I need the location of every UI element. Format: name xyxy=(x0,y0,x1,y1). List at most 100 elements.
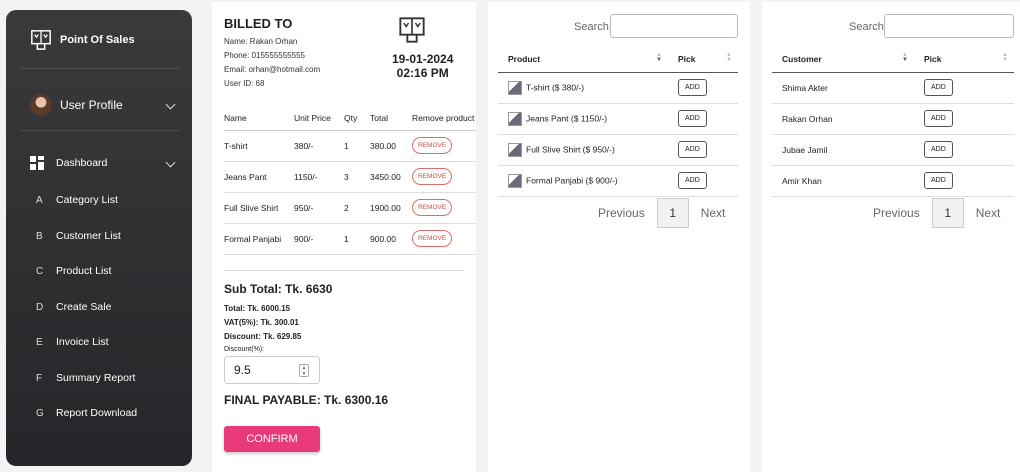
add-product-button[interactable]: ADD xyxy=(678,110,707,127)
product-label: T-shirt ($ 380/-) xyxy=(526,81,585,92)
sidebar-item-label: Invoice List xyxy=(56,336,109,348)
sidebar-item-customer-list[interactable]: B Customer List xyxy=(30,226,180,246)
sort-icon: ▲ ▼ xyxy=(1002,52,1008,63)
sidebar-item-label: Summary Report xyxy=(56,372,136,384)
customer-name-cell: Rakan Orhan xyxy=(772,103,914,135)
table-header-row: Customer ▲ ▼ Pick ▲ ▼ xyxy=(772,46,1014,73)
divider xyxy=(224,270,464,271)
add-customer-button[interactable]: ADD xyxy=(924,172,953,189)
sidebar-item-label: Report Download xyxy=(56,407,138,419)
user-profile-toggle[interactable]: User Profile xyxy=(30,90,180,120)
sidebar-item-summary-report[interactable]: F Summary Report xyxy=(30,368,180,388)
product-search-input[interactable] xyxy=(610,14,738,38)
invoice-time: 02:16 PM xyxy=(396,66,449,81)
remove-button[interactable]: REMOVE xyxy=(412,137,453,154)
remove-button[interactable]: REMOVE xyxy=(412,168,453,185)
sidebar-item-product-list[interactable]: C Product List xyxy=(30,261,180,281)
table-row: Formal Panjabi 900/- 1 900.00 REMOVE xyxy=(224,223,476,255)
sidebar: Point Of Sales User Profile Dashboard A … xyxy=(6,10,192,466)
item-total: 1900.00 xyxy=(370,192,412,224)
sidebar-item-invoice-list[interactable]: E Invoice List xyxy=(30,332,180,352)
remove-cell: REMOVE xyxy=(412,161,476,193)
item-name: T-shirt xyxy=(224,130,294,162)
nav-letter: D xyxy=(36,301,44,313)
product-label: Jeans Pant ($ 1150/-) xyxy=(526,112,608,123)
customer-name: Name: Rakan Orhan xyxy=(224,37,298,46)
next-page-button[interactable]: Next xyxy=(701,206,726,220)
next-page-button[interactable]: Next xyxy=(976,206,1001,220)
customer-search-input[interactable] xyxy=(884,14,1014,38)
nav-letter: F xyxy=(36,372,43,384)
chevron-down-icon xyxy=(165,157,176,168)
remove-button[interactable]: REMOVE xyxy=(412,230,453,247)
remove-cell: REMOVE xyxy=(412,130,476,162)
page-number-button[interactable]: 1 xyxy=(656,198,689,228)
add-customer-button[interactable]: ADD xyxy=(924,79,953,96)
nav-letter: G xyxy=(36,407,44,419)
product-label: Formal Panjabi ($ 900/-) xyxy=(526,174,618,185)
item-qty: 3 xyxy=(344,161,370,193)
item-total: 3450.00 xyxy=(370,161,412,193)
pick-cell: ADD xyxy=(668,165,738,197)
pagination: Previous 1 Next xyxy=(873,198,1000,228)
pick-cell: ADD xyxy=(668,134,738,166)
billed-to-title: BILLED TO xyxy=(224,16,293,31)
product-cell: Jeans Pant ($ 1150/-) xyxy=(498,103,668,135)
spinner-icon[interactable]: ▲ ▼ xyxy=(299,364,309,377)
product-cell: Formal Panjabi ($ 900/-) xyxy=(498,165,668,197)
item-qty: 1 xyxy=(344,223,370,255)
column-header-pick[interactable]: Pick ▲ ▼ xyxy=(914,46,1014,73)
sidebar-divider xyxy=(20,130,180,131)
product-thumbnail xyxy=(508,80,522,95)
brand[interactable]: Point Of Sales xyxy=(30,28,135,52)
product-thumbnail xyxy=(508,173,522,188)
column-header-customer[interactable]: Customer ▲ ▼ xyxy=(772,46,914,73)
discount-input[interactable]: 9.5 ▲ ▼ xyxy=(224,356,320,384)
table-row: Full Slive Shirt ($ 950/-) ADD xyxy=(498,134,738,166)
previous-page-button[interactable]: Previous xyxy=(598,206,645,220)
item-unit-price: 900/- xyxy=(294,223,344,255)
add-product-button[interactable]: ADD xyxy=(678,79,707,96)
dashboard-grid-icon xyxy=(30,156,44,170)
add-product-button[interactable]: ADD xyxy=(678,172,707,189)
product-thumbnail xyxy=(508,142,522,157)
sort-icon: ▲ ▼ xyxy=(726,52,732,63)
billing-panel: BILLED TO Name: Rakan Orhan Phone: 01555… xyxy=(212,2,476,472)
nav-letter: C xyxy=(36,265,44,277)
column-header: Unit Price xyxy=(294,106,344,131)
user-profile-label: User Profile xyxy=(60,98,123,112)
item-qty: 2 xyxy=(344,192,370,224)
search-label: Search: xyxy=(849,21,887,33)
item-name: Formal Panjabi xyxy=(224,223,294,255)
remove-cell: REMOVE xyxy=(412,223,476,255)
item-name: Jeans Pant xyxy=(224,161,294,193)
add-product-button[interactable]: ADD xyxy=(678,141,707,158)
remove-button[interactable]: REMOVE xyxy=(412,199,453,216)
sidebar-item-dashboard[interactable]: Dashboard xyxy=(30,153,180,173)
page-number-button[interactable]: 1 xyxy=(931,198,964,228)
column-header: Qty xyxy=(344,106,370,131)
sidebar-item-report-download[interactable]: G Report Download xyxy=(30,403,180,423)
pick-cell: ADD xyxy=(914,134,1014,166)
sidebar-item-category-list[interactable]: A Category List xyxy=(30,190,180,210)
discount-line: Discount: Tk. 629.85 xyxy=(224,332,302,341)
sidebar-item-label: Customer List xyxy=(56,230,121,242)
table-row: Full Slive Shirt 950/- 2 1900.00 REMOVE xyxy=(224,192,476,224)
column-header: Name xyxy=(224,106,294,131)
add-customer-button[interactable]: ADD xyxy=(924,110,953,127)
table-header-row: Product ▲ ▼ Pick ▲ ▼ xyxy=(498,46,738,73)
customer-name-cell: Jubae Jamil xyxy=(772,134,914,166)
customer-picker-panel: Search: Customer ▲ ▼ Pick ▲ ▼ Shima Akter … xyxy=(762,2,1020,472)
column-header-pick[interactable]: Pick ▲ ▼ xyxy=(668,46,738,73)
add-customer-button[interactable]: ADD xyxy=(924,141,953,158)
column-header-product[interactable]: Product ▲ ▼ xyxy=(498,46,668,73)
product-cell: Full Slive Shirt ($ 950/-) xyxy=(498,134,668,166)
sidebar-item-label: Product List xyxy=(56,265,112,277)
confirm-button[interactable]: CONFIRM xyxy=(224,426,320,452)
product-picker-panel: Search: Product ▲ ▼ Pick ▲ ▼ T-shirt ($ 38… xyxy=(488,2,750,472)
previous-page-button[interactable]: Previous xyxy=(873,206,920,220)
customer-phone: Phone: 015555555555 xyxy=(224,51,305,60)
sidebar-item-create-sale[interactable]: D Create Sale xyxy=(30,297,180,317)
invoice-items-table: Name Unit Price Qty Total Remove product… xyxy=(224,106,476,255)
column-header-label: Customer xyxy=(782,53,822,64)
